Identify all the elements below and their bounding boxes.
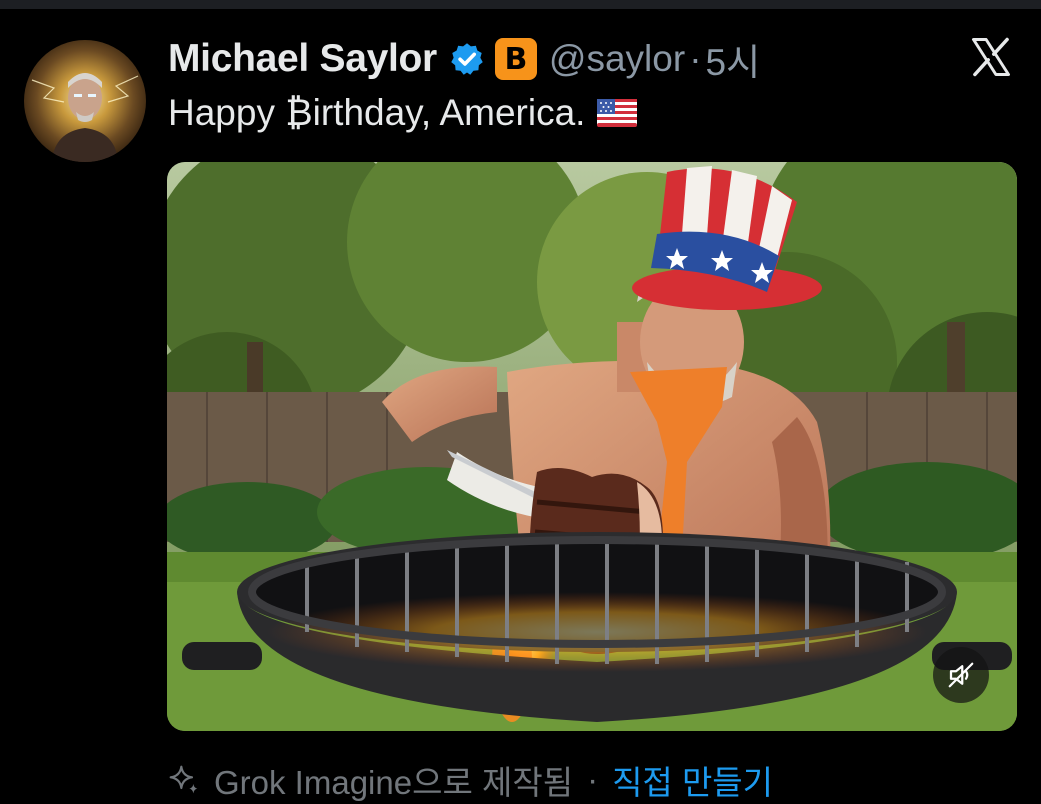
- speaker-muted-icon: [948, 662, 974, 688]
- make-your-own-link[interactable]: 직접 만들기: [612, 756, 773, 804]
- avatar[interactable]: [24, 40, 146, 162]
- media-attribution: Grok Imagine으로 제작됨 · 직접 만들기: [168, 756, 773, 804]
- post-media-image[interactable]: [167, 162, 1017, 731]
- post-header: Michael Saylor B @saylor · 5시: [168, 36, 760, 83]
- post-text: Happy ₿irthday, America.: [168, 92, 586, 133]
- author-name[interactable]: Michael Saylor: [168, 37, 437, 81]
- top-divider: [0, 0, 1041, 9]
- verified-check-icon: [451, 43, 483, 75]
- header-separator: ·: [689, 38, 702, 79]
- us-flag-emoji: [597, 99, 638, 127]
- author-handle[interactable]: @saylor: [549, 38, 685, 80]
- sparkle-icon: [169, 765, 198, 794]
- badge-symbol: B: [504, 41, 528, 77]
- mute-toggle-button[interactable]: [933, 647, 989, 703]
- post-timestamp[interactable]: 5시: [706, 32, 761, 86]
- bitcoin-badge-icon[interactable]: B: [494, 38, 537, 80]
- x-logo-icon[interactable]: [970, 36, 1012, 78]
- footer-separator: ·: [587, 761, 599, 798]
- post-text-row: Happy ₿irthday, America.: [168, 92, 638, 134]
- generated-by-label: Grok Imagine으로 제작됨: [214, 764, 574, 801]
